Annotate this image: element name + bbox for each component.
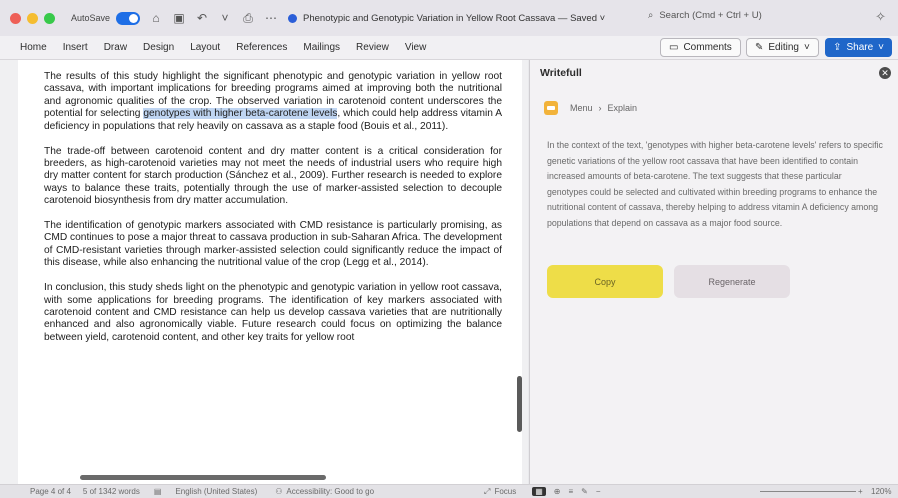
outline-icon[interactable]: ≡ xyxy=(569,487,574,496)
comments-button[interactable]: ▭ Comments xyxy=(660,38,741,57)
tab-insert[interactable]: Insert xyxy=(63,42,88,53)
horizontal-scrollbar[interactable] xyxy=(80,475,326,480)
paragraph[interactable]: The trade-off between carotenoid content… xyxy=(44,146,502,208)
minimize-window-button[interactable] xyxy=(27,12,38,24)
zoom-in-icon[interactable]: + xyxy=(858,487,863,496)
autosave-toggle[interactable] xyxy=(116,11,141,25)
autosave-label: AutoSave xyxy=(71,13,111,23)
writefull-logo-icon xyxy=(544,101,558,115)
print-icon[interactable]: ⎙ xyxy=(241,11,255,26)
regenerate-button[interactable]: Regenerate xyxy=(674,265,790,298)
close-icon[interactable]: ✕ xyxy=(879,67,891,79)
paragraph[interactable]: The results of this study highlight the … xyxy=(44,71,502,133)
copy-button[interactable]: Copy xyxy=(547,265,663,298)
pane-title: Writefull xyxy=(540,67,582,79)
editing-label: Editing xyxy=(768,42,799,53)
status-bar: Page 4 of 4 5 of 1342 words ▤ English (U… xyxy=(0,484,898,498)
window-controls xyxy=(10,12,55,24)
share-icon: ⇪ xyxy=(833,42,842,53)
tab-review[interactable]: Review xyxy=(356,42,389,53)
document-page[interactable]: The results of this study highlight the … xyxy=(18,60,522,484)
writefull-pane: Writefull ✕ Menu › Explain In the contex… xyxy=(529,60,898,484)
breadcrumb: Menu › Explain xyxy=(544,101,637,115)
document-area: The results of this study highlight the … xyxy=(0,60,528,484)
comments-label: Comments xyxy=(683,42,732,53)
web-layout-icon[interactable]: ⊕ xyxy=(554,487,561,496)
focus-button[interactable]: Focus xyxy=(494,487,516,496)
word-window: AutoSave ⌂ ▣ ↶ ˅ ⎙ ⋯ Phenotypic and Geno… xyxy=(0,0,898,498)
draft-icon[interactable]: ✎ xyxy=(581,487,588,496)
pencil-icon: ✎ xyxy=(755,42,764,53)
tab-home[interactable]: Home xyxy=(20,42,47,53)
search-icon: ⌕ xyxy=(648,10,654,21)
proofing-icon[interactable]: ▤ xyxy=(154,487,162,496)
tab-view[interactable]: View xyxy=(405,42,427,53)
selected-text[interactable]: genotypes with higher beta-carotene leve… xyxy=(143,108,338,120)
save-icon[interactable]: ▣ xyxy=(172,11,186,25)
menu-link[interactable]: Menu xyxy=(570,103,593,113)
paragraph[interactable]: The identification of genotypic markers … xyxy=(44,220,502,270)
comment-icon: ▭ xyxy=(669,42,679,53)
zoom-slider[interactable] xyxy=(760,491,856,492)
chevron-down-icon[interactable]: ˅ xyxy=(218,11,232,25)
editing-button[interactable]: ✎ Editing ˅ xyxy=(746,38,819,57)
print-layout-icon[interactable]: ▦ xyxy=(532,487,546,496)
word-count[interactable]: 5 of 1342 words xyxy=(83,487,140,496)
accessibility-icon: ⚇ xyxy=(275,487,283,496)
page-count[interactable]: Page 4 of 4 xyxy=(30,487,71,496)
accessibility-status[interactable]: Accessibility: Good to go xyxy=(286,487,374,496)
document-icon xyxy=(288,13,298,23)
ribbon: Home Insert Draw Design Layout Reference… xyxy=(0,36,898,60)
more-icon[interactable]: ⋯ xyxy=(264,11,278,25)
explanation-text: In the context of the text, 'genotypes w… xyxy=(547,140,883,228)
copilot-icon[interactable]: ✧ xyxy=(875,9,886,25)
tab-mailings[interactable]: Mailings xyxy=(303,42,340,53)
tab-draw[interactable]: Draw xyxy=(104,42,127,53)
breadcrumb-separator: › xyxy=(598,103,602,113)
chevron-down-icon: ˅ xyxy=(803,42,810,53)
document-body[interactable]: The results of this study highlight the … xyxy=(44,71,502,357)
close-window-button[interactable] xyxy=(10,12,21,24)
language-indicator[interactable]: English (United States) xyxy=(175,487,257,496)
tab-references[interactable]: References xyxy=(236,42,287,53)
paragraph[interactable]: In conclusion, this study sheds light on… xyxy=(44,282,502,344)
tab-layout[interactable]: Layout xyxy=(190,42,220,53)
home-icon[interactable]: ⌂ xyxy=(149,11,163,25)
vertical-scrollbar[interactable] xyxy=(517,376,522,432)
search-input[interactable]: Search (Cmd + Ctrl + U) xyxy=(659,10,761,21)
zoom-window-button[interactable] xyxy=(44,12,55,24)
title-bar: AutoSave ⌂ ▣ ↶ ˅ ⎙ ⋯ Phenotypic and Geno… xyxy=(0,0,898,36)
focus-icon[interactable]: ⤢ xyxy=(484,487,490,497)
search-box[interactable]: ⌕ Search (Cmd + Ctrl + U) xyxy=(648,10,798,21)
document-title[interactable]: Phenotypic and Genotypic Variation in Ye… xyxy=(303,13,605,24)
zoom-out-icon[interactable]: − xyxy=(596,487,601,496)
zoom-level[interactable]: 120% xyxy=(871,487,891,496)
chevron-down-icon: ˅ xyxy=(878,42,884,53)
explain-label: Explain xyxy=(607,103,638,113)
share-button[interactable]: ⇪ Share ˅ xyxy=(825,38,892,57)
share-label: Share xyxy=(846,42,874,53)
tab-design[interactable]: Design xyxy=(143,42,174,53)
undo-icon[interactable]: ↶ xyxy=(195,11,209,25)
